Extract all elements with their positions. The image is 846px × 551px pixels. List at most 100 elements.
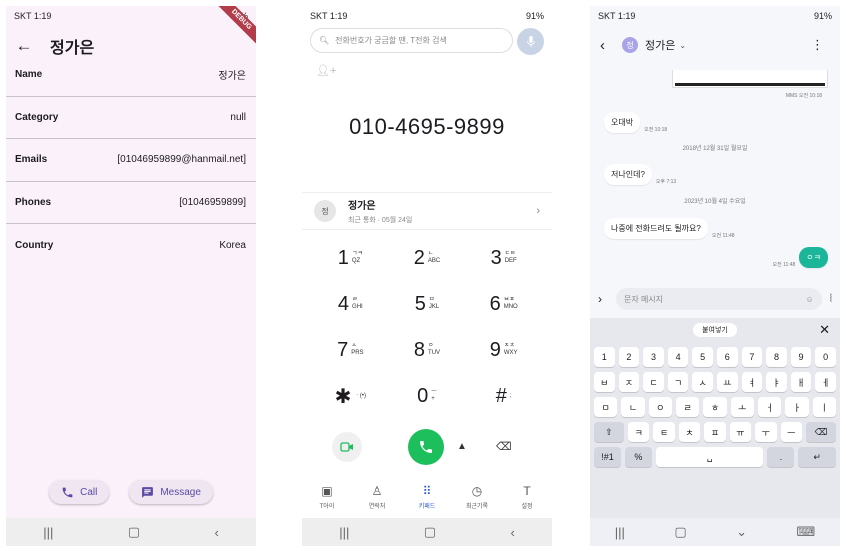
keyboard-key[interactable]: ㅇ (648, 397, 672, 417)
home-icon[interactable]: ▢ (674, 524, 686, 540)
keyboard-key[interactable]: ㅓ (757, 397, 782, 417)
chat-contact-name[interactable]: 정가은 (645, 37, 675, 53)
home-icon[interactable]: ▢ (128, 524, 140, 540)
keypad-key[interactable]: ✱ ㆍ(•) (312, 373, 389, 419)
matched-contact[interactable]: 정 정가은 최근 통화 · 05월 24일 › (302, 192, 552, 230)
keypad-key[interactable]: 4ㄹ GHI (312, 281, 389, 327)
keyboard-key[interactable]: ㅕ (741, 372, 763, 392)
expand-icon[interactable]: ▲ (457, 441, 467, 452)
keyboard-key[interactable]: ㅛ (716, 372, 738, 392)
keypad-key[interactable]: 2ㄴ ABC (389, 235, 466, 281)
keyboard-key[interactable]: ㅏ (785, 397, 809, 417)
keyboard-key[interactable]: !#1 (594, 447, 621, 467)
keypad-key[interactable]: 0ㅡ + (389, 373, 466, 419)
search-input[interactable]: 🔍︎ 전화번호가 궁금할 땐, T전화 검색 (310, 28, 513, 53)
keyboard-key[interactable]: 9 (790, 347, 812, 367)
voice-wave-icon[interactable]: ⦚ (830, 293, 832, 306)
keyboard-key[interactable]: ㅍ (704, 422, 726, 442)
keyboard-key[interactable]: ㄴ (621, 397, 645, 417)
keyboard-key[interactable]: ␣ (655, 447, 764, 467)
keypad-key[interactable]: 9 ㅈㅊ WXY (465, 327, 542, 373)
keypad-key[interactable]: 3 ㄷㅌ DEF (465, 235, 542, 281)
video-call-button[interactable] (332, 432, 362, 462)
backspace-icon[interactable]: ⌫ (496, 440, 512, 453)
message-button[interactable]: Message (129, 480, 213, 504)
keyboard-key[interactable]: ㅜ (755, 422, 777, 442)
keyboard-key[interactable]: ㅐ (790, 372, 812, 392)
back-nav-icon[interactable]: ‹ (214, 525, 218, 540)
back-arrow-icon[interactable]: ‹ (600, 37, 622, 54)
tab-2[interactable]: ⠿ 키패드 (402, 484, 452, 518)
keyboard-key[interactable]: 8 (766, 347, 787, 367)
keyboard-key[interactable]: ㅂ (594, 372, 615, 392)
keypad-key[interactable]: 7ㅅ PRS (312, 327, 389, 373)
add-contact-icon[interactable]: 👤︎+ (316, 64, 336, 77)
message-bubble[interactable]: 나중에 전화드려도 될까요? (604, 218, 708, 239)
status-bar: SKT 1:19 91% (302, 6, 552, 24)
keyboard-key[interactable]: ㅋ (628, 422, 650, 442)
keyboard-key[interactable]: 5 (692, 347, 713, 367)
keyboard-key[interactable]: ⌫ (805, 422, 836, 442)
expand-icon[interactable]: › (598, 292, 616, 306)
keyboard-key[interactable]: ⇧ (594, 422, 624, 442)
recents-icon[interactable]: ||| (339, 525, 349, 540)
message-bubble[interactable]: ㅇㅋ (799, 247, 828, 268)
message-bubble[interactable]: 오대박 (604, 112, 641, 133)
recents-icon[interactable]: ||| (43, 525, 53, 540)
keyboard-key[interactable]: 3 (643, 347, 664, 367)
keyboard-key[interactable]: ㅡ (780, 422, 802, 442)
keypad-key[interactable]: 1 ㄱㅋ QZ (312, 235, 389, 281)
keyboard-key[interactable]: ㄱ (667, 372, 689, 392)
keypad-key[interactable]: 8ㅇ TUV (389, 327, 466, 373)
recents-icon[interactable]: ||| (615, 525, 625, 540)
keypad-key[interactable]: #; (465, 373, 542, 419)
key-digit: 3 (490, 246, 502, 269)
tab-4[interactable]: T 설정 (502, 484, 552, 518)
home-icon[interactable]: ▢ (424, 524, 436, 540)
call-button[interactable] (408, 429, 444, 465)
hide-keyboard-icon[interactable]: ⌄ (736, 524, 747, 540)
keyboard-key[interactable]: ㅠ (729, 422, 752, 442)
keyboard-key[interactable]: . (767, 447, 795, 467)
keyboard-key[interactable]: ㅔ (815, 372, 836, 392)
keyboard-key[interactable]: 2 (618, 347, 640, 367)
keyboard-key[interactable]: ㅊ (678, 422, 701, 442)
keyboard-key[interactable]: ↵ (798, 447, 837, 467)
tab-0[interactable]: ▣ T아이 (302, 484, 352, 518)
video-icon (340, 442, 353, 452)
tab-1[interactable]: ♙ 연락처 (352, 484, 402, 518)
emoji-icon[interactable]: ☺ (806, 295, 814, 304)
chevron-down-icon[interactable]: ⌄ (679, 41, 686, 50)
call-button[interactable]: Call (49, 480, 110, 504)
keyboard-key[interactable]: ㄷ (643, 372, 664, 392)
keyboard-key[interactable]: ㄹ (675, 397, 700, 417)
paste-button[interactable]: 붙여넣기 (693, 323, 737, 337)
keyboard-key[interactable]: ㅌ (653, 422, 675, 442)
keyboard-icon[interactable]: ⌨ (796, 524, 815, 540)
key-digit: 2 (413, 246, 425, 269)
keypad-key[interactable]: 5ㅁ JKL (389, 281, 466, 327)
keyboard-key[interactable]: ㅑ (766, 372, 787, 392)
message-input[interactable]: 문자 메시지 ☺ (616, 288, 822, 310)
keyboard-key[interactable]: ㅎ (703, 397, 727, 417)
keyboard-key[interactable]: % (624, 447, 652, 467)
keyboard-key[interactable]: ㅣ (812, 397, 836, 417)
mic-button[interactable] (517, 28, 544, 55)
keyboard-key[interactable]: 1 (594, 347, 615, 367)
back-nav-icon[interactable]: ‹ (510, 525, 514, 540)
keyboard-key[interactable]: ㅁ (594, 397, 618, 417)
message-bubble[interactable]: 저나인데? (604, 164, 652, 185)
back-arrow-icon[interactable]: ← (6, 36, 42, 56)
keyboard-key[interactable]: 0 (815, 347, 836, 367)
keyboard-key[interactable]: 6 (716, 347, 738, 367)
keyboard-key[interactable]: ㅅ (692, 372, 713, 392)
more-options-icon[interactable]: ⋮ (811, 37, 824, 53)
keyboard-key[interactable]: 4 (667, 347, 689, 367)
keyboard-key[interactable]: ㅈ (618, 372, 640, 392)
mms-image[interactable] (672, 70, 828, 88)
keypad-key[interactable]: 6 ㅂㅍ MNO (465, 281, 542, 327)
keyboard-key[interactable]: 7 (741, 347, 763, 367)
tab-3[interactable]: ◷ 최근기록 (452, 484, 502, 518)
close-icon[interactable]: ✕ (819, 322, 830, 338)
keyboard-key[interactable]: ㅗ (730, 397, 754, 417)
